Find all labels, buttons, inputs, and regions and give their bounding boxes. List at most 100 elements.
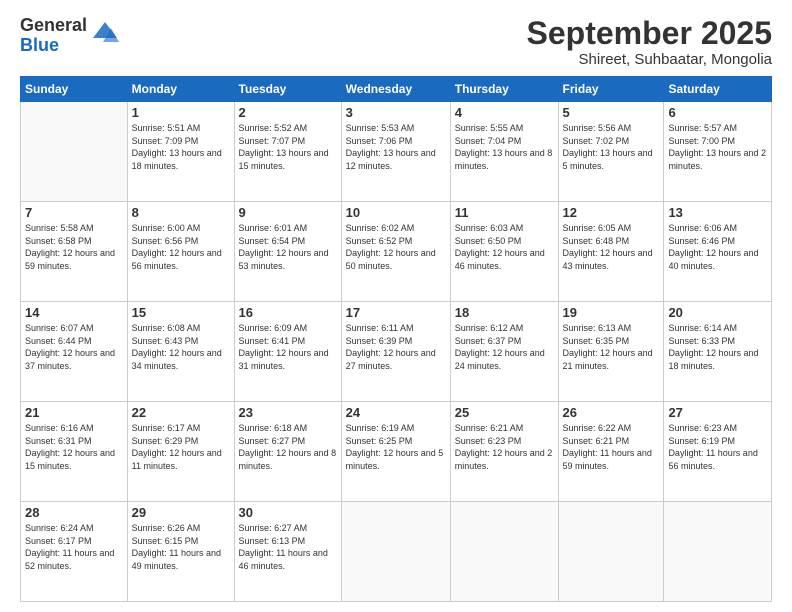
calendar-cell: 12 Sunrise: 6:05 AM Sunset: 6:48 PM Dayli… <box>558 202 664 302</box>
logo: General Blue <box>20 16 119 56</box>
day-number: 10 <box>346 205 446 220</box>
calendar-cell: 4 Sunrise: 5:55 AM Sunset: 7:04 PM Daylig… <box>450 102 558 202</box>
day-number: 29 <box>132 505 230 520</box>
calendar-cell <box>558 502 664 602</box>
header-sunday: Sunday <box>21 77 128 102</box>
day-number: 25 <box>455 405 554 420</box>
day-info: Sunrise: 6:14 AM Sunset: 6:33 PM Dayligh… <box>668 322 767 372</box>
calendar-week-1: 1 Sunrise: 5:51 AM Sunset: 7:09 PM Daylig… <box>21 102 772 202</box>
day-number: 14 <box>25 305 123 320</box>
header-tuesday: Tuesday <box>234 77 341 102</box>
calendar-cell: 14 Sunrise: 6:07 AM Sunset: 6:44 PM Dayli… <box>21 302 128 402</box>
day-info: Sunrise: 6:08 AM Sunset: 6:43 PM Dayligh… <box>132 322 230 372</box>
calendar-cell: 23 Sunrise: 6:18 AM Sunset: 6:27 PM Dayli… <box>234 402 341 502</box>
calendar-cell: 9Sunrise: 6:01 AM Sunset: 6:54 PM Daylig… <box>234 202 341 302</box>
day-info: Sunrise: 6:06 AM Sunset: 6:46 PM Dayligh… <box>668 222 767 272</box>
day-info: Sunrise: 5:51 AM Sunset: 7:09 PM Dayligh… <box>132 122 230 172</box>
logo-text: General Blue <box>20 16 87 56</box>
day-number: 21 <box>25 405 123 420</box>
day-info: Sunrise: 6:19 AM Sunset: 6:25 PM Dayligh… <box>346 422 446 472</box>
day-info: Sunrise: 6:23 AM Sunset: 6:19 PM Dayligh… <box>668 422 767 472</box>
month-title: September 2025 <box>527 16 772 51</box>
calendar-cell <box>341 502 450 602</box>
logo-icon <box>91 18 119 46</box>
day-info: Sunrise: 6:17 AM Sunset: 6:29 PM Dayligh… <box>132 422 230 472</box>
header-thursday: Thursday <box>450 77 558 102</box>
logo-blue: Blue <box>20 36 87 56</box>
day-info: Sunrise: 5:52 AM Sunset: 7:07 PM Dayligh… <box>239 122 337 172</box>
calendar-cell: 3 Sunrise: 5:53 AM Sunset: 7:06 PM Daylig… <box>341 102 450 202</box>
day-info: Sunrise: 6:22 AM Sunset: 6:21 PM Dayligh… <box>563 422 660 472</box>
day-number: 16 <box>239 305 337 320</box>
calendar-cell: 16 Sunrise: 6:09 AM Sunset: 6:41 PM Dayli… <box>234 302 341 402</box>
calendar-cell <box>450 502 558 602</box>
day-info: Sunrise: 6:24 AM Sunset: 6:17 PM Dayligh… <box>25 522 123 572</box>
day-number: 12 <box>563 205 660 220</box>
calendar-cell: 1 Sunrise: 5:51 AM Sunset: 7:09 PM Daylig… <box>127 102 234 202</box>
day-info: Sunrise: 6:27 AM Sunset: 6:13 PM Dayligh… <box>239 522 337 572</box>
calendar-cell: 24Sunrise: 6:19 AM Sunset: 6:25 PM Dayli… <box>341 402 450 502</box>
day-number: 13 <box>668 205 767 220</box>
day-info: Sunrise: 6:16 AM Sunset: 6:31 PM Dayligh… <box>25 422 123 472</box>
day-number: 9 <box>239 205 337 220</box>
day-info: Sunrise: 6:11 AM Sunset: 6:39 PM Dayligh… <box>346 322 446 372</box>
page: General Blue September 2025 Shireet, Suh… <box>0 0 792 612</box>
day-info: Sunrise: 6:03 AM Sunset: 6:50 PM Dayligh… <box>455 222 554 272</box>
calendar-cell: 17 Sunrise: 6:11 AM Sunset: 6:39 PM Dayli… <box>341 302 450 402</box>
day-info: Sunrise: 5:56 AM Sunset: 7:02 PM Dayligh… <box>563 122 660 172</box>
day-info: Sunrise: 6:18 AM Sunset: 6:27 PM Dayligh… <box>239 422 337 472</box>
title-block: September 2025 Shireet, Suhbaatar, Mongo… <box>527 16 772 68</box>
calendar-week-3: 14 Sunrise: 6:07 AM Sunset: 6:44 PM Dayli… <box>21 302 772 402</box>
day-info: Sunrise: 6:12 AM Sunset: 6:37 PM Dayligh… <box>455 322 554 372</box>
day-number: 26 <box>563 405 660 420</box>
calendar-week-2: 7 Sunrise: 5:58 AM Sunset: 6:58 PM Daylig… <box>21 202 772 302</box>
day-number: 11 <box>455 205 554 220</box>
day-info: Sunrise: 6:21 AM Sunset: 6:23 PM Dayligh… <box>455 422 554 472</box>
subtitle: Shireet, Suhbaatar, Mongolia <box>527 51 772 68</box>
day-number: 17 <box>346 305 446 320</box>
calendar-cell: 7 Sunrise: 5:58 AM Sunset: 6:58 PM Daylig… <box>21 202 128 302</box>
calendar-cell <box>21 102 128 202</box>
day-number: 23 <box>239 405 337 420</box>
day-info: Sunrise: 6:07 AM Sunset: 6:44 PM Dayligh… <box>25 322 123 372</box>
calendar-cell: 5 Sunrise: 5:56 AM Sunset: 7:02 PM Daylig… <box>558 102 664 202</box>
calendar-cell: 6Sunrise: 5:57 AM Sunset: 7:00 PM Daylig… <box>664 102 772 202</box>
calendar-cell: 19Sunrise: 6:13 AM Sunset: 6:35 PM Dayli… <box>558 302 664 402</box>
calendar-cell: 27 Sunrise: 6:23 AM Sunset: 6:19 PM Dayli… <box>664 402 772 502</box>
day-number: 4 <box>455 105 554 120</box>
day-info: Sunrise: 6:00 AM Sunset: 6:56 PM Dayligh… <box>132 222 230 272</box>
calendar-cell: 18 Sunrise: 6:12 AM Sunset: 6:37 PM Dayli… <box>450 302 558 402</box>
calendar-cell: 25 Sunrise: 6:21 AM Sunset: 6:23 PM Dayli… <box>450 402 558 502</box>
header-saturday: Saturday <box>664 77 772 102</box>
day-info: Sunrise: 6:09 AM Sunset: 6:41 PM Dayligh… <box>239 322 337 372</box>
day-info: Sunrise: 5:53 AM Sunset: 7:06 PM Dayligh… <box>346 122 446 172</box>
header: General Blue September 2025 Shireet, Suh… <box>20 16 772 68</box>
day-number: 3 <box>346 105 446 120</box>
calendar-cell: 28Sunrise: 6:24 AM Sunset: 6:17 PM Dayli… <box>21 502 128 602</box>
weekday-header-row: Sunday Monday Tuesday Wednesday Thursday… <box>21 77 772 102</box>
calendar-cell <box>664 502 772 602</box>
calendar-cell: 20Sunrise: 6:14 AM Sunset: 6:33 PM Dayli… <box>664 302 772 402</box>
calendar-week-5: 28Sunrise: 6:24 AM Sunset: 6:17 PM Dayli… <box>21 502 772 602</box>
calendar-cell: 11 Sunrise: 6:03 AM Sunset: 6:50 PM Dayli… <box>450 202 558 302</box>
calendar-cell: 8Sunrise: 6:00 AM Sunset: 6:56 PM Daylig… <box>127 202 234 302</box>
day-number: 1 <box>132 105 230 120</box>
day-info: Sunrise: 5:57 AM Sunset: 7:00 PM Dayligh… <box>668 122 767 172</box>
calendar: Sunday Monday Tuesday Wednesday Thursday… <box>20 76 772 602</box>
day-number: 27 <box>668 405 767 420</box>
day-number: 5 <box>563 105 660 120</box>
day-number: 22 <box>132 405 230 420</box>
calendar-cell: 22 Sunrise: 6:17 AM Sunset: 6:29 PM Dayli… <box>127 402 234 502</box>
day-number: 7 <box>25 205 123 220</box>
calendar-cell: 29 Sunrise: 6:26 AM Sunset: 6:15 PM Dayli… <box>127 502 234 602</box>
day-number: 18 <box>455 305 554 320</box>
day-info: Sunrise: 6:26 AM Sunset: 6:15 PM Dayligh… <box>132 522 230 572</box>
day-number: 2 <box>239 105 337 120</box>
calendar-cell: 2 Sunrise: 5:52 AM Sunset: 7:07 PM Daylig… <box>234 102 341 202</box>
calendar-cell: 13 Sunrise: 6:06 AM Sunset: 6:46 PM Dayli… <box>664 202 772 302</box>
calendar-cell: 15Sunrise: 6:08 AM Sunset: 6:43 PM Dayli… <box>127 302 234 402</box>
day-info: Sunrise: 5:55 AM Sunset: 7:04 PM Dayligh… <box>455 122 554 172</box>
logo-general: General <box>20 16 87 36</box>
day-info: Sunrise: 5:58 AM Sunset: 6:58 PM Dayligh… <box>25 222 123 272</box>
day-info: Sunrise: 6:05 AM Sunset: 6:48 PM Dayligh… <box>563 222 660 272</box>
